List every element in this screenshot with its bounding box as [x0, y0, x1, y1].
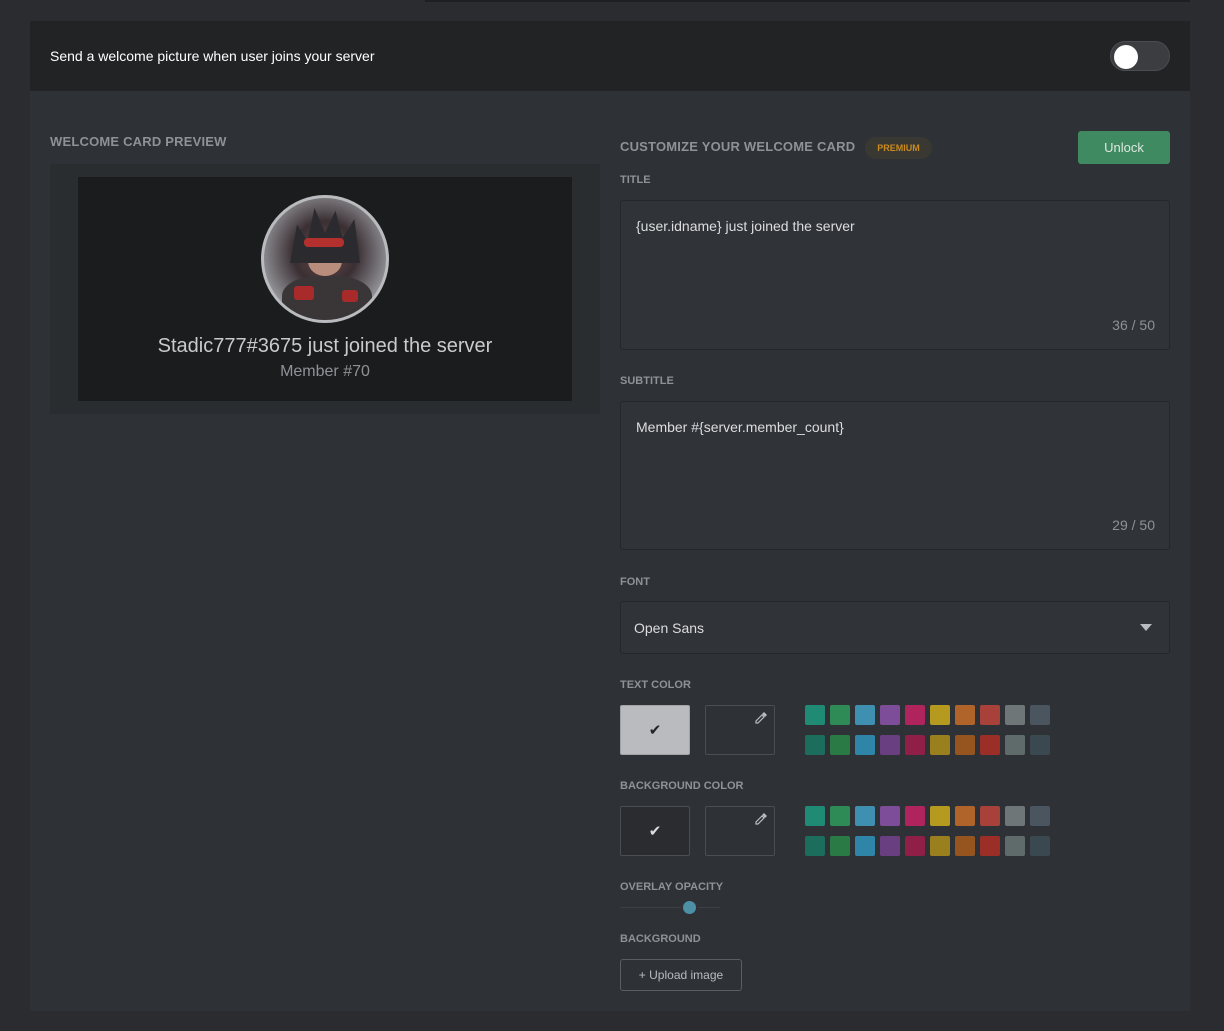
- color-chip[interactable]: [980, 705, 1000, 725]
- color-chip[interactable]: [855, 735, 875, 755]
- title-field-label: TITLE: [620, 174, 651, 186]
- unlock-button[interactable]: Unlock: [1078, 131, 1170, 164]
- color-chip[interactable]: [830, 836, 850, 856]
- check-icon: ✔: [648, 823, 662, 840]
- color-chip[interactable]: [880, 836, 900, 856]
- text-color-custom-picker[interactable]: [705, 705, 775, 755]
- color-chip[interactable]: [955, 806, 975, 826]
- color-chip[interactable]: [1030, 705, 1050, 725]
- color-chip[interactable]: [955, 705, 975, 725]
- preview-section-label: WELCOME CARD PREVIEW: [50, 134, 227, 149]
- font-select-value: Open Sans: [634, 620, 705, 636]
- welcome-card-preview: Stadic777#3675 just joined the server Me…: [50, 164, 600, 414]
- color-chip[interactable]: [905, 705, 925, 725]
- text-color-label: TEXT COLOR: [620, 679, 691, 691]
- color-chip[interactable]: [1005, 705, 1025, 725]
- overlay-opacity-label: OVERLAY OPACITY: [620, 881, 724, 893]
- color-chip[interactable]: [980, 806, 1000, 826]
- background-color-palette: [805, 806, 1050, 856]
- overlay-opacity-slider-handle[interactable]: [681, 899, 698, 916]
- subtitle-input[interactable]: Member #{server.member_count} 29 / 50: [620, 401, 1170, 550]
- color-chip[interactable]: [930, 705, 950, 725]
- welcome-picture-header: Send a welcome picture when user joins y…: [30, 21, 1190, 91]
- title-input-value: {user.idname} just joined the server: [636, 218, 855, 234]
- color-chip[interactable]: [880, 735, 900, 755]
- overlay-opacity-track[interactable]: [620, 907, 720, 908]
- background-color-custom-picker[interactable]: [705, 806, 775, 856]
- welcome-card: Stadic777#3675 just joined the server Me…: [78, 177, 572, 401]
- color-chip[interactable]: [930, 836, 950, 856]
- color-chip[interactable]: [855, 836, 875, 856]
- color-chip[interactable]: [905, 735, 925, 755]
- subtitle-field-label: SUBTITLE: [620, 375, 674, 387]
- color-chip[interactable]: [980, 735, 1000, 755]
- color-chip[interactable]: [805, 735, 825, 755]
- color-chip[interactable]: [905, 806, 925, 826]
- check-icon: ✔: [648, 722, 662, 739]
- color-chip[interactable]: [1005, 735, 1025, 755]
- color-chip[interactable]: [880, 806, 900, 826]
- avatar-hair-shape: [290, 208, 360, 263]
- avatar: [261, 195, 389, 323]
- color-chip[interactable]: [805, 836, 825, 856]
- eyedropper-icon: [755, 813, 767, 825]
- color-chip[interactable]: [855, 806, 875, 826]
- color-chip[interactable]: [955, 735, 975, 755]
- background-label: BACKGROUND: [620, 933, 701, 945]
- toggle-knob: [1114, 45, 1138, 69]
- premium-badge: PREMIUM: [865, 137, 932, 159]
- text-color-default-swatch[interactable]: ✔: [620, 705, 690, 755]
- text-color-palette: [805, 705, 1050, 755]
- color-chip[interactable]: [930, 735, 950, 755]
- color-chip[interactable]: [805, 806, 825, 826]
- title-input[interactable]: {user.idname} just joined the server 36 …: [620, 200, 1170, 350]
- color-chip[interactable]: [855, 705, 875, 725]
- color-chip[interactable]: [1005, 806, 1025, 826]
- upload-image-button[interactable]: + Upload image: [620, 959, 742, 991]
- color-chip[interactable]: [980, 836, 1000, 856]
- color-chip[interactable]: [1030, 836, 1050, 856]
- color-chip[interactable]: [905, 836, 925, 856]
- preview-subtitle: Member #70: [280, 363, 370, 380]
- background-color-label: BACKGROUND COLOR: [620, 780, 744, 792]
- background-color-default-swatch[interactable]: ✔: [620, 806, 690, 856]
- color-chip[interactable]: [930, 806, 950, 826]
- color-chip[interactable]: [1005, 836, 1025, 856]
- font-field-label: FONT: [620, 576, 650, 588]
- title-char-count: 36 / 50: [1112, 317, 1155, 333]
- color-chip[interactable]: [880, 705, 900, 725]
- customize-section-label: CUSTOMIZE YOUR WELCOME CARD: [620, 139, 856, 154]
- color-chip[interactable]: [830, 806, 850, 826]
- avatar-accent-shape: [294, 286, 314, 300]
- color-chip[interactable]: [955, 836, 975, 856]
- chevron-down-icon: [1140, 624, 1152, 631]
- subtitle-char-count: 29 / 50: [1112, 517, 1155, 533]
- welcome-picture-label: Send a welcome picture when user joins y…: [50, 48, 375, 64]
- font-select[interactable]: Open Sans: [620, 601, 1170, 654]
- eyedropper-icon: [755, 712, 767, 724]
- top-divider: [425, 0, 1190, 2]
- welcome-picture-toggle[interactable]: [1110, 41, 1170, 71]
- welcome-settings-panel: Send a welcome picture when user joins y…: [30, 21, 1190, 1011]
- color-chip[interactable]: [830, 705, 850, 725]
- avatar-headband-shape: [304, 238, 344, 247]
- avatar-accent-shape-2: [342, 290, 358, 302]
- subtitle-input-value: Member #{server.member_count}: [636, 419, 844, 435]
- color-chip[interactable]: [1030, 806, 1050, 826]
- color-chip[interactable]: [1030, 735, 1050, 755]
- color-chip[interactable]: [805, 705, 825, 725]
- color-chip[interactable]: [830, 735, 850, 755]
- preview-title: Stadic777#3675 just joined the server: [157, 335, 493, 357]
